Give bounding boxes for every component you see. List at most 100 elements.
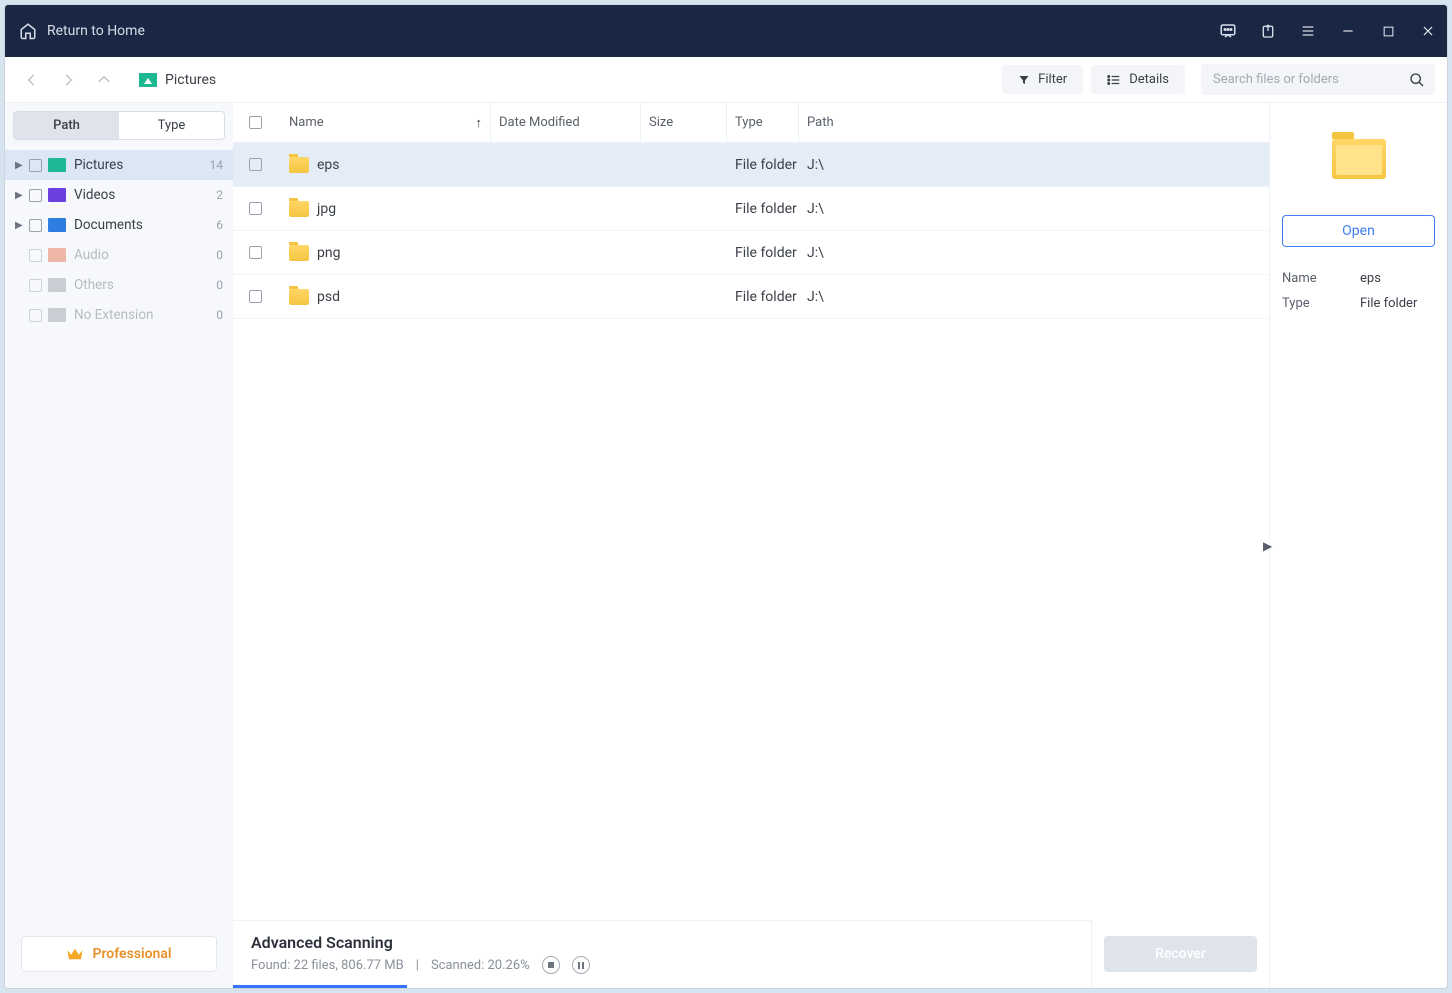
row-name: psd: [317, 289, 340, 305]
sidebar-toggle: Path Type: [13, 111, 225, 140]
checkbox[interactable]: [29, 219, 42, 232]
sidebar-item-noext[interactable]: No Extension 0: [5, 300, 233, 330]
col-name[interactable]: Name ↑: [281, 103, 491, 142]
row-type: File folder: [735, 157, 797, 173]
row-name: png: [317, 245, 340, 261]
nav-back-button[interactable]: [23, 71, 41, 89]
return-home-label: Return to Home: [47, 23, 145, 39]
open-button[interactable]: Open: [1282, 215, 1435, 247]
details-panel: ▶ Open Name eps Type File folder: [1269, 103, 1447, 988]
noext-folder-icon: [48, 308, 66, 322]
row-path: J:\: [807, 201, 824, 217]
checkbox[interactable]: [249, 202, 262, 215]
return-home-button[interactable]: Return to Home: [19, 22, 145, 40]
sidebar-item-count: 2: [216, 188, 223, 202]
sidebar-item-label: Others: [74, 277, 114, 293]
documents-folder-icon: [48, 218, 66, 232]
breadcrumb[interactable]: Pictures: [139, 72, 994, 88]
folder-icon: [289, 201, 309, 217]
detail-type-val: File folder: [1360, 296, 1417, 311]
menu-icon[interactable]: [1299, 22, 1317, 40]
table-row[interactable]: jpg File folder J:\: [233, 187, 1269, 231]
status-scanned: Scanned: 20.26%: [431, 958, 530, 973]
col-type[interactable]: Type: [727, 103, 799, 142]
stop-scan-button[interactable]: [542, 956, 560, 974]
filter-button[interactable]: Filter: [1002, 65, 1083, 94]
sidebar-item-label: Videos: [74, 187, 115, 203]
pause-icon: [578, 962, 584, 969]
nav-up-button[interactable]: [95, 71, 113, 89]
col-size[interactable]: Size: [641, 103, 727, 142]
col-path[interactable]: Path: [799, 103, 1269, 142]
folder-icon: [289, 289, 309, 305]
stop-icon: [548, 962, 554, 968]
sidebar-item-count: 14: [210, 158, 224, 172]
home-icon: [19, 22, 37, 40]
checkbox[interactable]: [29, 189, 42, 202]
toolbar: Pictures Filter Details: [5, 57, 1447, 103]
status-bar: Advanced Scanning Found: 22 files, 806.7…: [233, 920, 1091, 988]
sidebar-item-count: 0: [216, 278, 223, 292]
crown-icon: [66, 947, 84, 961]
row-path: J:\: [807, 157, 824, 173]
status-sub: Found: 22 files, 806.77 MB | Scanned: 20…: [251, 956, 1073, 974]
checkbox[interactable]: [249, 158, 262, 171]
tab-type[interactable]: Type: [119, 112, 224, 139]
minimize-icon[interactable]: [1339, 22, 1357, 40]
maximize-icon[interactable]: [1379, 22, 1397, 40]
chevron-right-icon: ▶: [15, 220, 25, 231]
row-path: J:\: [807, 289, 824, 305]
col-date-label: Date Modified: [499, 115, 580, 130]
collapse-panel-icon[interactable]: ▶: [1263, 539, 1272, 553]
search-icon[interactable]: [1409, 72, 1425, 88]
table-row[interactable]: psd File folder J:\: [233, 275, 1269, 319]
chevron-right-icon: ▶: [15, 190, 25, 201]
row-name: jpg: [317, 201, 336, 217]
sidebar-item-pictures[interactable]: ▶ Pictures 14: [5, 150, 233, 180]
feedback-icon[interactable]: [1219, 22, 1237, 40]
folder-icon: [289, 157, 309, 173]
nav-arrows: [17, 71, 119, 89]
col-checkbox[interactable]: [249, 103, 281, 142]
checkbox[interactable]: [29, 279, 42, 292]
status-found: Found: 22 files, 806.77 MB: [251, 958, 404, 973]
professional-button[interactable]: Professional: [21, 936, 217, 972]
progress-bar: [233, 985, 407, 988]
checkbox[interactable]: [29, 309, 42, 322]
sidebar-item-audio[interactable]: Audio 0: [5, 240, 233, 270]
sidebar-item-label: No Extension: [74, 307, 153, 323]
checkbox[interactable]: [249, 290, 262, 303]
col-type-label: Type: [735, 115, 763, 130]
sidebar-item-videos[interactable]: ▶ Videos 2: [5, 180, 233, 210]
close-icon[interactable]: [1419, 22, 1437, 40]
col-path-label: Path: [807, 115, 834, 130]
main: Name ↑ Date Modified Size Type Path eps …: [233, 103, 1269, 988]
checkbox[interactable]: [249, 116, 262, 129]
details-button[interactable]: Details: [1091, 65, 1185, 94]
sidebar-item-others[interactable]: Others 0: [5, 270, 233, 300]
tab-path[interactable]: Path: [14, 112, 119, 139]
sidebar-item-count: 0: [216, 248, 223, 262]
sidebar-bottom: Professional: [5, 924, 233, 988]
table-row[interactable]: eps File folder J:\: [233, 143, 1269, 187]
checkbox[interactable]: [249, 246, 262, 259]
titlebar-controls: [1219, 22, 1437, 40]
status-title: Advanced Scanning: [251, 933, 1073, 952]
titlebar: Return to Home: [5, 5, 1447, 57]
row-name: eps: [317, 157, 340, 173]
checkbox[interactable]: [29, 249, 42, 262]
pause-scan-button[interactable]: [572, 956, 590, 974]
search-wrap: [1201, 64, 1435, 95]
chevron-right-icon: ▶: [15, 160, 25, 171]
search-input[interactable]: [1201, 64, 1435, 95]
sidebar-item-documents[interactable]: ▶ Documents 6: [5, 210, 233, 240]
recover-button[interactable]: Recover: [1104, 936, 1257, 972]
table-row[interactable]: png File folder J:\: [233, 231, 1269, 275]
col-date[interactable]: Date Modified: [491, 103, 641, 142]
share-icon[interactable]: [1259, 22, 1277, 40]
nav-forward-button[interactable]: [59, 71, 77, 89]
breadcrumb-label: Pictures: [165, 72, 216, 88]
sidebar-item-count: 0: [216, 308, 223, 322]
checkbox[interactable]: [29, 159, 42, 172]
filter-icon: [1018, 74, 1030, 86]
